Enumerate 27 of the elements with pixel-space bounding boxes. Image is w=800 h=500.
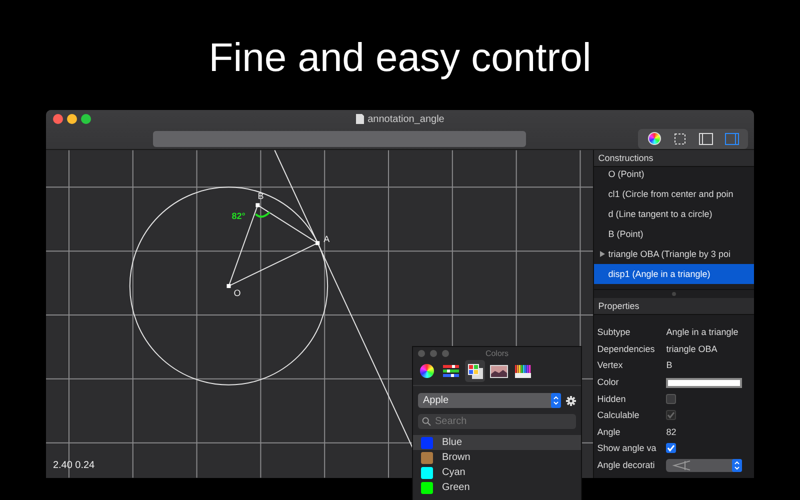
property-value: Angle in a triangle: [666, 327, 738, 338]
property-value: triangle OBA: [666, 344, 718, 354]
coordinates-label: 2.40 0.24: [53, 460, 95, 471]
point-label: A: [324, 234, 330, 244]
point-label: B: [258, 191, 264, 202]
property-label: Angle decorati: [597, 460, 656, 470]
property-label: Angle: [597, 426, 622, 437]
color-name: Green: [442, 482, 470, 493]
point-label: O: [234, 288, 241, 298]
property-value: 82: [666, 426, 676, 437]
color-name: Blue: [442, 437, 462, 448]
color-name: Cyan: [442, 467, 466, 478]
headline: Fine and easy control: [208, 36, 592, 80]
angle-label: 82°: [232, 211, 246, 222]
color-name: Brown: [442, 452, 470, 463]
property-label: Show angle va: [597, 443, 658, 454]
panel-title: Colors: [485, 348, 509, 358]
property-label: Vertex: [597, 360, 624, 370]
property-label: Calculable: [597, 410, 640, 420]
property-label: Hidden: [597, 394, 627, 404]
property-label: Dependencies: [597, 344, 656, 354]
property-label: Color: [597, 377, 620, 388]
property-value: B: [666, 360, 672, 370]
section-header: Properties: [598, 301, 640, 311]
section-header: Constructions: [598, 153, 654, 163]
window-title: annotation_angle: [368, 114, 444, 124]
property-label: Subtype: [597, 327, 632, 338]
